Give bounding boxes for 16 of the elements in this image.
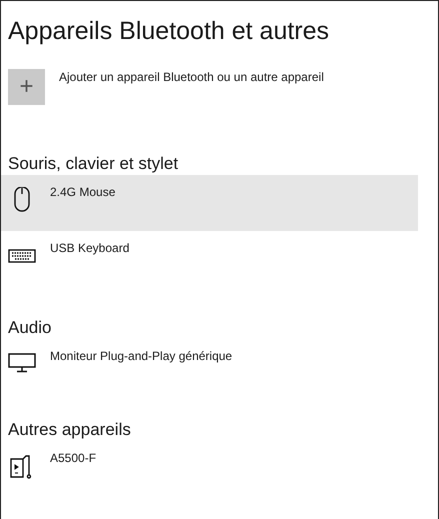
section-heading: Autres appareils <box>8 419 132 441</box>
device-name: Moniteur Plug-and-Play générique <box>50 349 232 363</box>
monitor-icon <box>8 353 36 373</box>
device-row[interactable]: USB Keyboard <box>1 231 418 287</box>
device-name: A5500-F <box>50 451 96 465</box>
device-name: 2.4G Mouse <box>50 185 116 199</box>
device-row[interactable]: A5500-F <box>1 441 418 491</box>
page-title: Appareils Bluetooth et autres <box>8 16 330 47</box>
add-device-label[interactable]: Ajouter un appareil Bluetooth ou un autre appareil <box>59 70 324 84</box>
section-heading: Souris, clavier et stylet <box>8 153 180 175</box>
device-row[interactable]: 2.4G Mouse <box>1 175 418 231</box>
device-name: USB Keyboard <box>50 241 130 255</box>
add-device-button[interactable]: + <box>8 69 45 105</box>
device-row[interactable]: Moniteur Plug-and-Play générique <box>1 339 418 389</box>
section-heading: Audio <box>8 317 52 339</box>
keyboard-icon <box>8 249 36 263</box>
